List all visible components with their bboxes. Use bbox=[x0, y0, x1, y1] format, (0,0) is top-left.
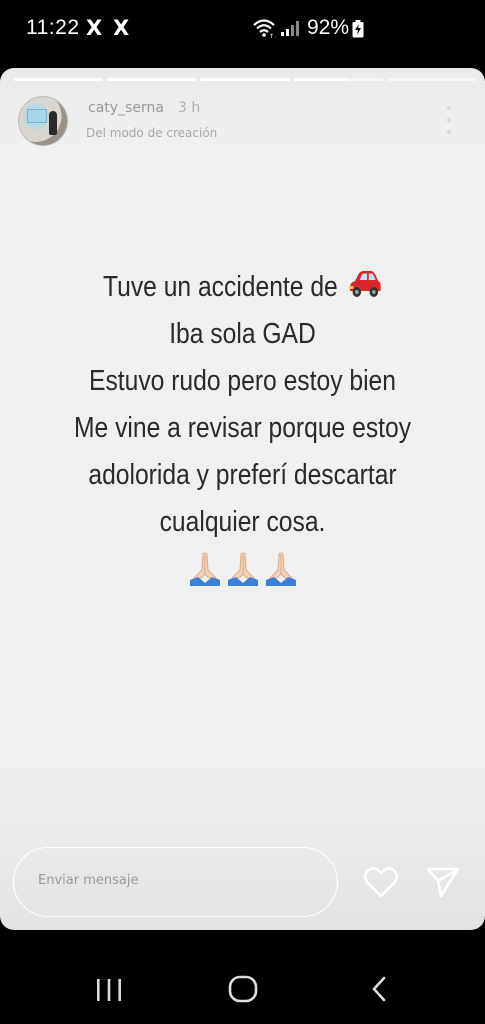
wifi-icon: ↑↓ bbox=[253, 19, 276, 38]
story-username[interactable]: caty_serna bbox=[88, 100, 164, 116]
story-progress-segment bbox=[293, 78, 383, 81]
x-notification-icon: X bbox=[113, 16, 130, 40]
battery-charging-icon bbox=[352, 20, 364, 38]
folded-hands-emoji bbox=[265, 552, 296, 586]
battery-percent: 92% bbox=[307, 16, 350, 39]
back-icon[interactable] bbox=[370, 976, 388, 1002]
story-card[interactable]: caty_serna 3 h Del modo de creación Tuve… bbox=[0, 68, 485, 930]
status-bar: 11:22 X X ↑↓ 92% bbox=[0, 0, 485, 62]
story-line-2: Iba sola GAD bbox=[169, 318, 316, 350]
system-nav-bar bbox=[0, 938, 485, 1024]
recent-apps-icon[interactable] bbox=[95, 978, 123, 1002]
story-time-ago: 3 h bbox=[178, 100, 201, 116]
story-line-3: Estuvo rudo pero estoy bien bbox=[89, 365, 396, 397]
story-line-1-text: Tuve un accidente de bbox=[102, 271, 338, 303]
story-line-5: adolorida y preferí descartar bbox=[88, 459, 397, 491]
story-line-1: Tuve un accidente de bbox=[36, 264, 448, 311]
send-message-input[interactable]: Enviar mensaje bbox=[13, 847, 338, 917]
svg-text:↑↓: ↑↓ bbox=[269, 33, 276, 38]
avatar-person bbox=[49, 111, 57, 135]
avatar-projector-screen bbox=[27, 109, 47, 123]
more-options-button[interactable] bbox=[440, 106, 458, 134]
story-progress-segment bbox=[107, 78, 197, 81]
story-text: Tuve un accidente de Iba sola GAD Estuvo… bbox=[36, 264, 448, 546]
signal-icon bbox=[281, 21, 299, 36]
folded-hands-emoji-row bbox=[0, 550, 485, 592]
status-time: 11:22 bbox=[26, 16, 80, 39]
folded-hands-emoji bbox=[227, 552, 258, 586]
folded-hands-emoji bbox=[189, 552, 220, 586]
home-icon[interactable] bbox=[228, 975, 258, 1003]
message-placeholder: Enviar mensaje bbox=[38, 873, 139, 888]
story-progress-segment bbox=[14, 78, 104, 81]
story-progress-bar bbox=[14, 78, 477, 81]
story-progress-fill bbox=[293, 78, 348, 81]
story-progress-fill bbox=[200, 78, 290, 81]
story-progress-fill bbox=[107, 78, 197, 81]
x-notification-icon: X bbox=[86, 16, 103, 40]
heart-icon[interactable] bbox=[362, 864, 400, 900]
story-line-4: Me vine a revisar porque estoy bbox=[73, 412, 412, 444]
story-progress-segment bbox=[200, 78, 290, 81]
story-progress-segment bbox=[386, 78, 477, 81]
send-icon[interactable] bbox=[424, 864, 462, 900]
car-emoji bbox=[348, 271, 381, 297]
story-line-6: cualquier cosa. bbox=[159, 506, 326, 538]
avatar[interactable] bbox=[18, 96, 68, 146]
story-progress-fill bbox=[14, 78, 104, 81]
phone-screen: 11:22 X X ↑↓ 92% caty_serna bbox=[0, 0, 485, 1024]
story-subtitle[interactable]: Del modo de creación bbox=[86, 126, 217, 140]
